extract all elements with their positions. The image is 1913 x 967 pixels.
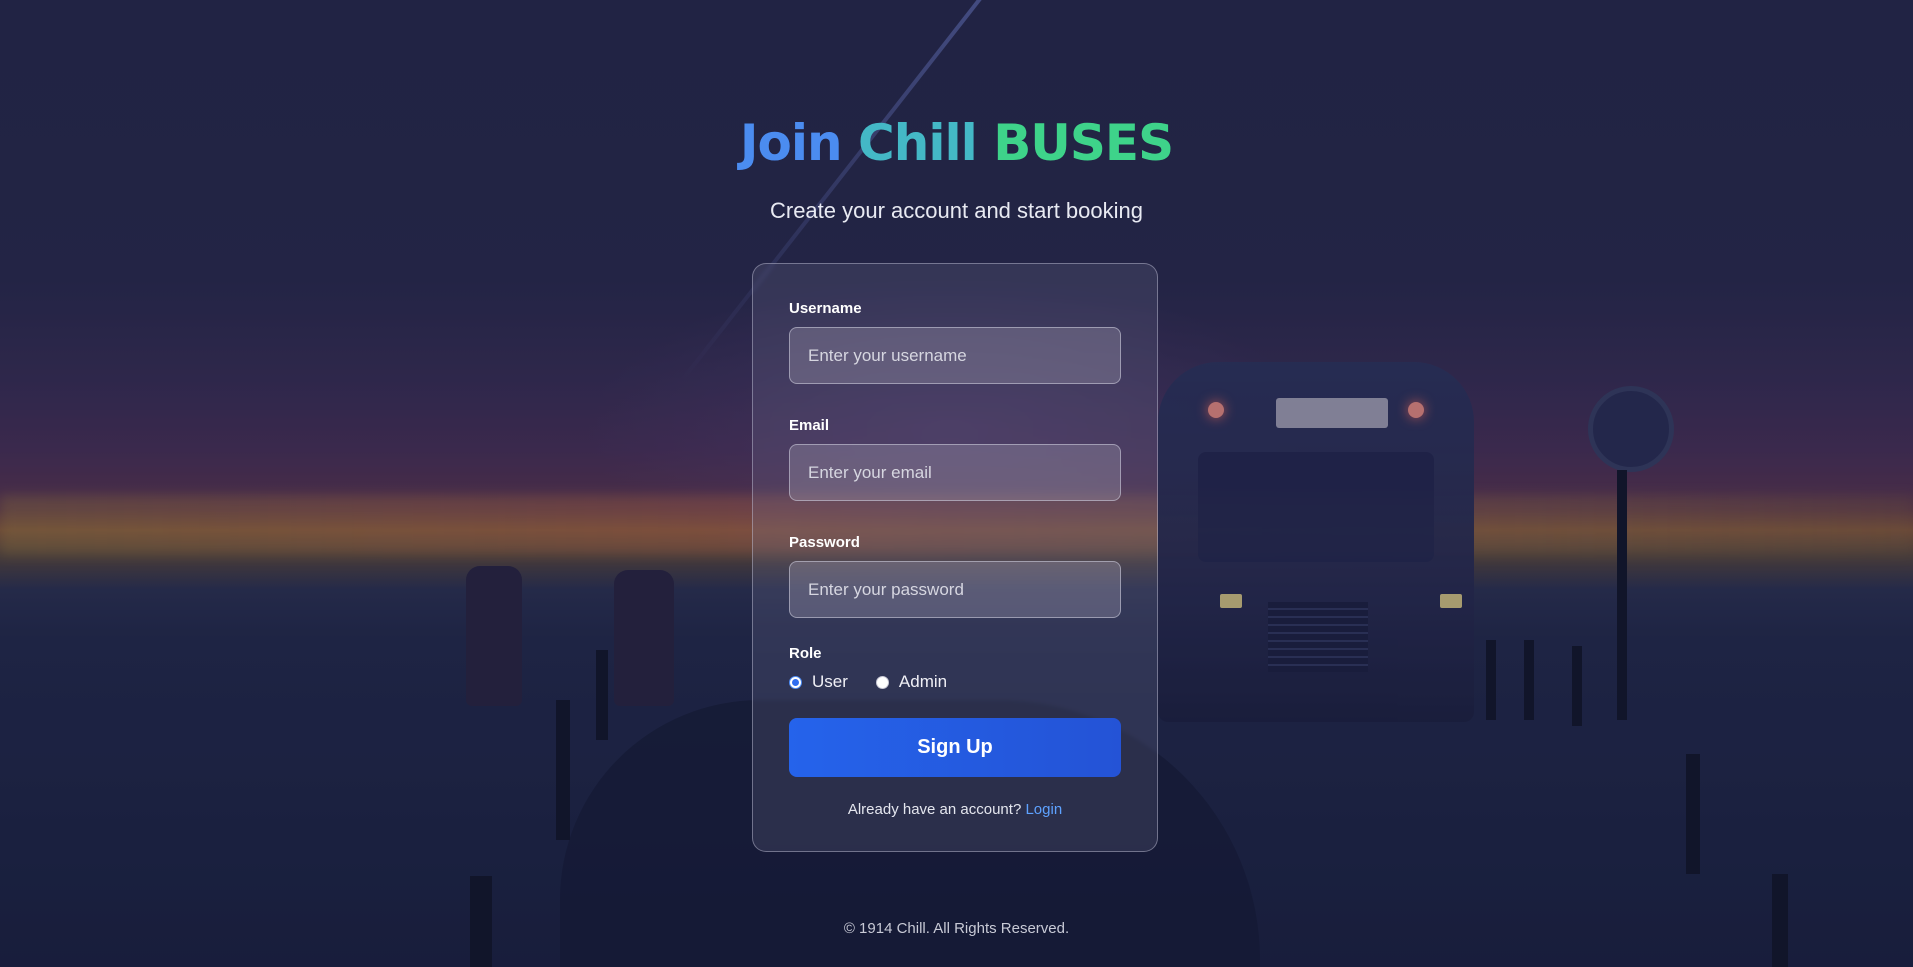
role-option-admin[interactable]: Admin (875, 672, 948, 692)
page-title: Join Chill BUSES (0, 114, 1913, 172)
title-join: Join (739, 114, 843, 172)
email-label: Email (789, 417, 830, 434)
password-label: Password (789, 534, 860, 551)
signup-form-card: Username Email Password Role User Admin … (752, 263, 1158, 852)
role-option-label: User (812, 672, 848, 691)
sign-up-button[interactable]: Sign Up (789, 718, 1121, 777)
login-prompt-text: Already have an account? (847, 801, 1022, 818)
title-buses: BUSES (993, 114, 1174, 172)
title-chill: Chill (858, 114, 978, 172)
username-input[interactable] (789, 327, 1121, 384)
page-subtitle: Create your account and start booking (769, 198, 1143, 223)
username-label: Username (789, 300, 862, 317)
radio-admin[interactable] (875, 675, 889, 689)
radio-user[interactable] (789, 675, 802, 689)
role-label: Role (789, 645, 822, 662)
role-radio-group: User Admin (789, 672, 1121, 692)
login-link[interactable]: Login (1025, 801, 1062, 818)
login-prompt: Already have an account? Login (789, 801, 1121, 818)
footer-copyright: © 1914 Chill. All Rights Reserved. (843, 920, 1070, 937)
email-input[interactable] (789, 444, 1121, 501)
role-option-label: Admin (898, 672, 948, 691)
password-input[interactable] (789, 561, 1121, 618)
role-option-user[interactable]: User (789, 672, 848, 692)
